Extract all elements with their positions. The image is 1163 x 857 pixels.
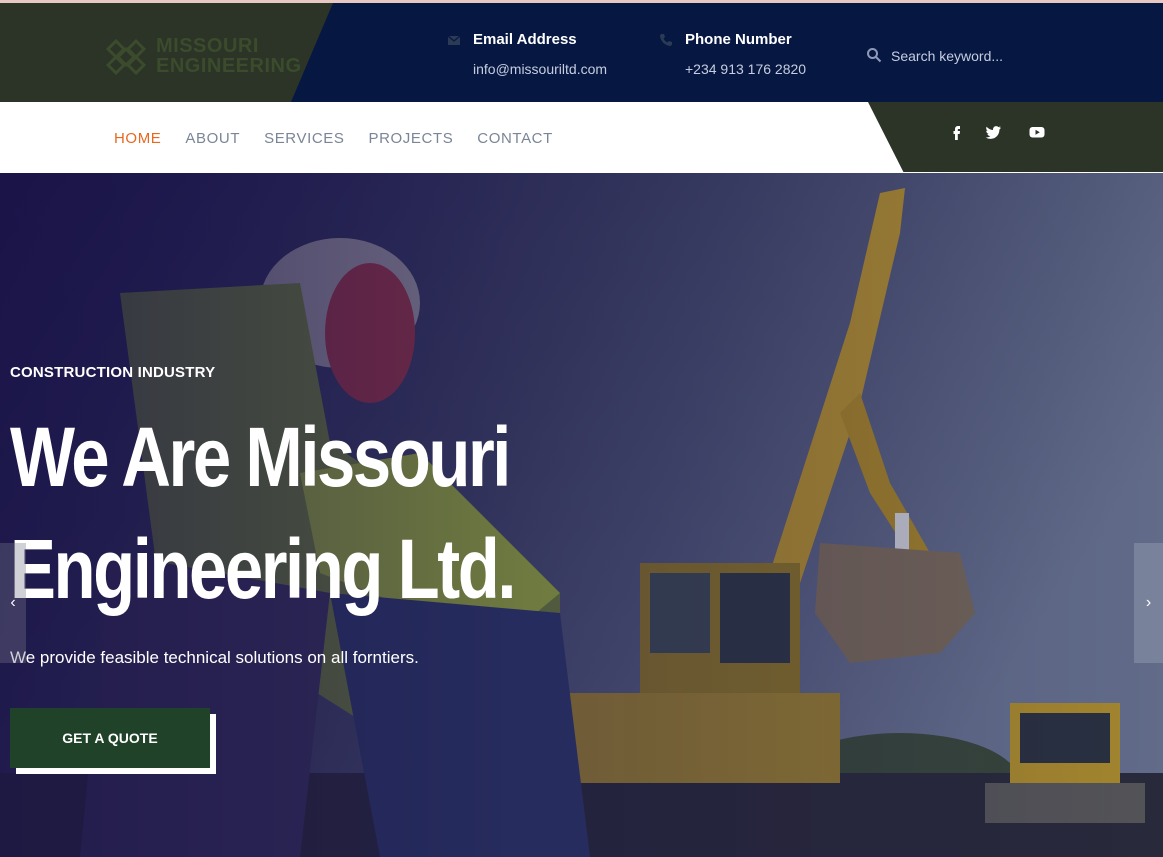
email-label: Email Address — [473, 31, 577, 48]
logo-text[interactable]: MISSOURI ENGINEERING — [156, 36, 302, 76]
get-a-quote-button[interactable]: GET A QUOTE — [10, 708, 210, 768]
slider-prev-button[interactable]: ‹ — [0, 543, 26, 663]
social-bar — [868, 102, 1163, 172]
logo-line-1: MISSOURI — [156, 35, 259, 57]
nav-item-home[interactable]: HOME — [114, 130, 161, 147]
logo-area: MISSOURI ENGINEERING — [0, 3, 333, 105]
hero-headline: We Are Missouri Engineering Ltd. — [10, 401, 516, 625]
email-contact: Email Address info@missouriltd.com — [447, 31, 637, 91]
hero-headline-line-1: We Are Missouri — [10, 410, 511, 504]
main-nav: HOME ABOUT SERVICES PROJECTS CONTACT — [114, 130, 553, 147]
logo-line-2: ENGINEERING — [156, 55, 302, 77]
phone-label: Phone Number — [685, 31, 792, 48]
logo-mark-icon — [106, 39, 146, 75]
twitter-icon[interactable] — [985, 123, 1003, 141]
search-icon[interactable] — [866, 47, 882, 63]
chevron-left-icon: ‹ — [10, 594, 16, 611]
chevron-right-icon: › — [1145, 594, 1152, 611]
nav-item-contact[interactable]: CONTACT — [477, 130, 553, 147]
search-input[interactable] — [891, 45, 1111, 67]
slider-next-button[interactable]: › — [1134, 543, 1163, 663]
hero-headline-line-2: Engineering Ltd. — [10, 522, 516, 616]
email-value[interactable]: info@missouriltd.com — [473, 61, 607, 77]
envelope-icon — [447, 35, 461, 45]
phone-contact: Phone Number +234 913 176 2820 — [659, 31, 849, 91]
hero-slider: CONSTRUCTION INDUSTRY We Are Missouri En… — [0, 173, 1163, 857]
phone-icon — [660, 34, 672, 46]
search-box[interactable] — [866, 45, 1126, 69]
nav-item-projects[interactable]: PROJECTS — [368, 130, 453, 147]
hero-kicker: CONSTRUCTION INDUSTRY — [10, 364, 216, 381]
phone-value[interactable]: +234 913 176 2820 — [685, 61, 806, 77]
nav-item-services[interactable]: SERVICES — [264, 130, 344, 147]
top-bar: MISSOURI ENGINEERING Email Address info@… — [0, 0, 1163, 105]
facebook-icon[interactable] — [948, 123, 966, 141]
hero-subtitle: We provide feasible technical solutions … — [10, 648, 419, 667]
nav-item-about[interactable]: ABOUT — [185, 130, 240, 147]
youtube-icon[interactable] — [1028, 123, 1046, 141]
